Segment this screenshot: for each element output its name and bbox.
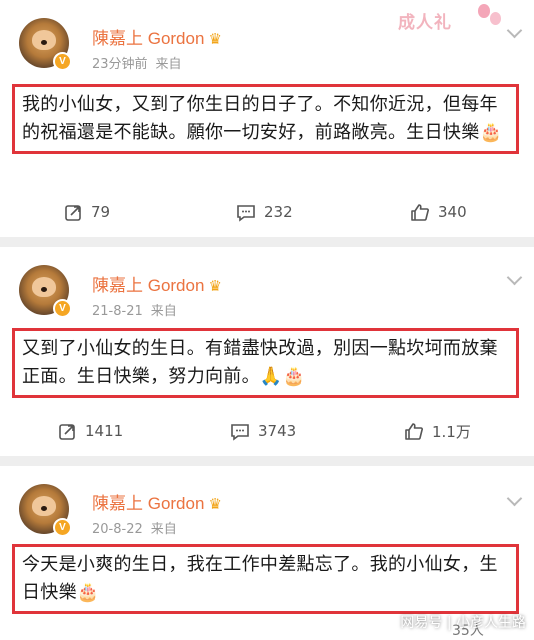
like-icon [405,422,423,440]
comment-icon [231,423,249,441]
repost-count: 79 [91,203,111,221]
comment-button[interactable]: 3743 [230,419,296,443]
comment-button[interactable]: 232 [236,200,293,224]
balloon-icon [490,12,501,25]
event-tag: 成人礼 [398,13,452,33]
chevron-down-icon[interactable] [506,22,523,39]
verified-badge-icon: V [53,52,72,71]
post-content: 今天是小爽的生日，我在工作中差點忘了。我的小仙女，生日快樂🎂 [12,544,519,614]
like-button[interactable]: 340 [410,200,467,224]
watermark: 网易号 | 小彦人生路 [400,615,526,631]
verified-badge-icon: V [53,518,72,537]
crown-icon: ♛ [208,278,222,295]
chevron-down-icon[interactable] [506,490,523,507]
balloon-icon [478,4,490,18]
verified-badge-icon: V [53,299,72,318]
like-button[interactable]: 1.1万 [404,419,471,443]
repost-icon [59,423,75,440]
post-meta: 20-8-22 来自 [92,522,177,537]
repost-button[interactable]: 1411 [58,419,123,443]
comment-count: 232 [264,203,293,221]
author-name[interactable]: 陳嘉上 Gordon ♛ [92,271,222,296]
post-content: 又到了小仙女的生日。有錯盡快改過，別因一點坎坷而放棄正面。生日快樂，努力向前。🙏… [12,328,519,398]
post-meta: 21-8-21 来自 [92,304,177,319]
repost-button[interactable]: 79 [64,200,110,224]
crown-icon: ♛ [208,31,222,48]
action-bar: 79 232 340 [0,200,534,224]
author-name[interactable]: 陳嘉上 Gordon ♛ [92,24,222,49]
action-bar: 1411 3743 1.1万 [0,419,534,443]
comment-icon [237,204,255,222]
comment-count: 3743 [258,422,297,440]
author-name[interactable]: 陳嘉上 Gordon ♛ [92,489,222,514]
like-count: 340 [438,203,467,221]
like-count: 1.1万 [432,422,471,441]
like-icon [411,203,429,221]
weibo-post-2: V 陳嘉上 Gordon ♛ 21-8-21 来自 又到了小仙女的生日。有錯盡快改過… [0,247,534,456]
post-meta: 23分钟前 来自 [92,57,182,72]
crown-icon: ♛ [208,496,222,513]
post-content: 我的小仙女，又到了你生日的日子了。不知你近況，但每年的祝福還是不能缺。願你一切安… [12,84,519,154]
repost-count: 1411 [85,422,124,440]
repost-icon [65,204,81,221]
weibo-post-1: V 陳嘉上 Gordon ♛ 23分钟前 来自 成人礼 我的小仙女，又到了你生日的日… [0,0,534,237]
chevron-down-icon[interactable] [506,269,523,286]
